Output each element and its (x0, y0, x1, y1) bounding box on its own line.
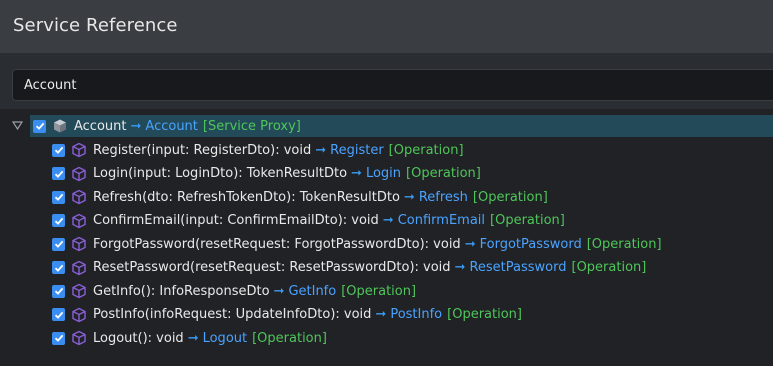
operation-kind: [Operation] (341, 283, 417, 299)
mapping-arrow-icon: ➞ (130, 118, 142, 134)
root-kind: [Service Proxy] (202, 118, 301, 134)
checkmark-icon (54, 264, 63, 272)
operation-target: Logout (202, 330, 248, 346)
mapping-arrow-icon: ➞ (403, 189, 415, 205)
mapping-arrow-icon: ➞ (187, 330, 199, 346)
collapse-triangle-icon[interactable] (12, 120, 23, 131)
checkmark-icon (35, 122, 44, 130)
operation-signature: ConfirmEmail(input: ConfirmEmailDto): vo… (93, 213, 379, 228)
operation-target: Refresh (418, 189, 468, 205)
tree-item-get-info[interactable]: GetInfo(): InfoResponseDto ➞ GetInfo [Op… (52, 280, 416, 302)
operation-target: GetInfo (288, 283, 337, 299)
operation-signature: GetInfo(): InfoResponseDto (93, 283, 270, 299)
item-checkbox[interactable] (52, 331, 65, 345)
operation-cube-icon (72, 142, 86, 158)
operation-cube-icon (72, 260, 86, 275)
checkmark-icon (54, 193, 63, 201)
operation-kind: [Operation] (406, 166, 481, 181)
tree-root-row[interactable]: Account ➞ Account [Service Proxy] (30, 115, 773, 137)
operation-cube-icon (72, 213, 86, 228)
tree-item-logout[interactable]: Logout(): void ➞ Logout [Operation] (52, 327, 327, 349)
tree-item-login[interactable]: Login(input: LoginDto): TokenResultDto ➞… (52, 163, 481, 185)
panel-header: Service Reference (0, 0, 773, 53)
operation-target: ForgotPassword (479, 236, 582, 252)
service-proxy-cube-icon (54, 119, 66, 133)
operation-kind: [Operation] (490, 213, 565, 228)
operation-signature: Login(input: LoginDto): TokenResultDto (93, 166, 348, 181)
item-checkbox[interactable] (52, 143, 65, 157)
operation-target: Login (365, 166, 402, 181)
operation-kind: [Operation] (571, 260, 647, 275)
mapping-arrow-icon: ➞ (273, 283, 285, 299)
operation-signature: ForgotPassword(resetRequest: ForgotPassw… (93, 236, 461, 252)
operation-cube-icon (72, 166, 86, 181)
operation-target: PostInfo (390, 307, 443, 322)
tree-item-post-info[interactable]: PostInfo(infoRequest: UpdateInfoDto): vo… (52, 304, 522, 326)
root-label: Account (74, 118, 127, 134)
operation-cube-icon (72, 307, 86, 322)
item-checkbox[interactable] (52, 237, 65, 251)
item-checkbox[interactable] (52, 167, 65, 180)
operation-target: ConfirmEmail (397, 213, 486, 228)
operation-kind: [Operation] (586, 236, 662, 252)
checkmark-icon (54, 240, 63, 248)
operation-signature: Logout(): void (93, 330, 184, 346)
panel-title: Service Reference (13, 15, 178, 36)
operation-cube-icon (72, 189, 86, 205)
tree-item-forgot-password[interactable]: ForgotPassword(resetRequest: ForgotPassw… (52, 233, 662, 255)
mapping-arrow-icon: ➞ (464, 236, 476, 252)
operation-cube-icon (72, 330, 86, 346)
operation-signature: Register(input: RegisterDto): void (93, 142, 312, 158)
tree-item-confirm-email[interactable]: ConfirmEmail(input: ConfirmEmailDto): vo… (52, 210, 565, 232)
checkmark-icon (54, 311, 63, 319)
mapping-arrow-icon: ➞ (382, 213, 394, 228)
tree-item-refresh[interactable]: Refresh(dto: RefreshTokenDto): TokenResu… (52, 186, 548, 208)
mapping-arrow-icon: ➞ (375, 307, 387, 322)
item-checkbox[interactable] (52, 214, 65, 227)
item-checkbox[interactable] (52, 261, 65, 274)
root-checkbox[interactable] (33, 119, 46, 133)
root-target: Account (145, 118, 198, 134)
mapping-arrow-icon: ➞ (454, 260, 466, 275)
mapping-arrow-icon: ➞ (351, 166, 362, 181)
operation-target: ResetPassword (469, 260, 567, 275)
checkmark-icon (54, 217, 63, 225)
tree-item-register[interactable]: Register(input: RegisterDto): void ➞ Reg… (52, 139, 464, 161)
operation-signature: Refresh(dto: RefreshTokenDto): TokenResu… (93, 189, 400, 205)
operation-signature: ResetPassword(resetRequest: ResetPasswor… (93, 260, 451, 275)
mapping-arrow-icon: ➞ (315, 142, 327, 158)
item-checkbox[interactable] (52, 284, 65, 298)
operation-kind: [Operation] (252, 330, 327, 346)
operation-kind: [Operation] (388, 142, 464, 158)
item-checkbox[interactable] (52, 190, 65, 204)
operation-signature: PostInfo(infoRequest: UpdateInfoDto): vo… (93, 307, 372, 322)
filter-input[interactable] (12, 69, 773, 101)
operation-kind: [Operation] (447, 307, 522, 322)
checkmark-icon (54, 146, 63, 154)
service-tree: Account ➞ Account [Service Proxy] Regist… (0, 113, 773, 366)
item-checkbox[interactable] (52, 308, 65, 321)
operation-cube-icon (72, 283, 86, 299)
checkmark-icon (54, 170, 63, 178)
operation-cube-icon (72, 236, 86, 252)
tree-item-reset-password[interactable]: ResetPassword(resetRequest: ResetPasswor… (52, 257, 646, 279)
filter-bar (0, 53, 773, 109)
operation-kind: [Operation] (472, 189, 548, 205)
checkmark-icon (54, 287, 63, 295)
operation-target: Register (330, 142, 384, 158)
checkmark-icon (54, 334, 63, 342)
